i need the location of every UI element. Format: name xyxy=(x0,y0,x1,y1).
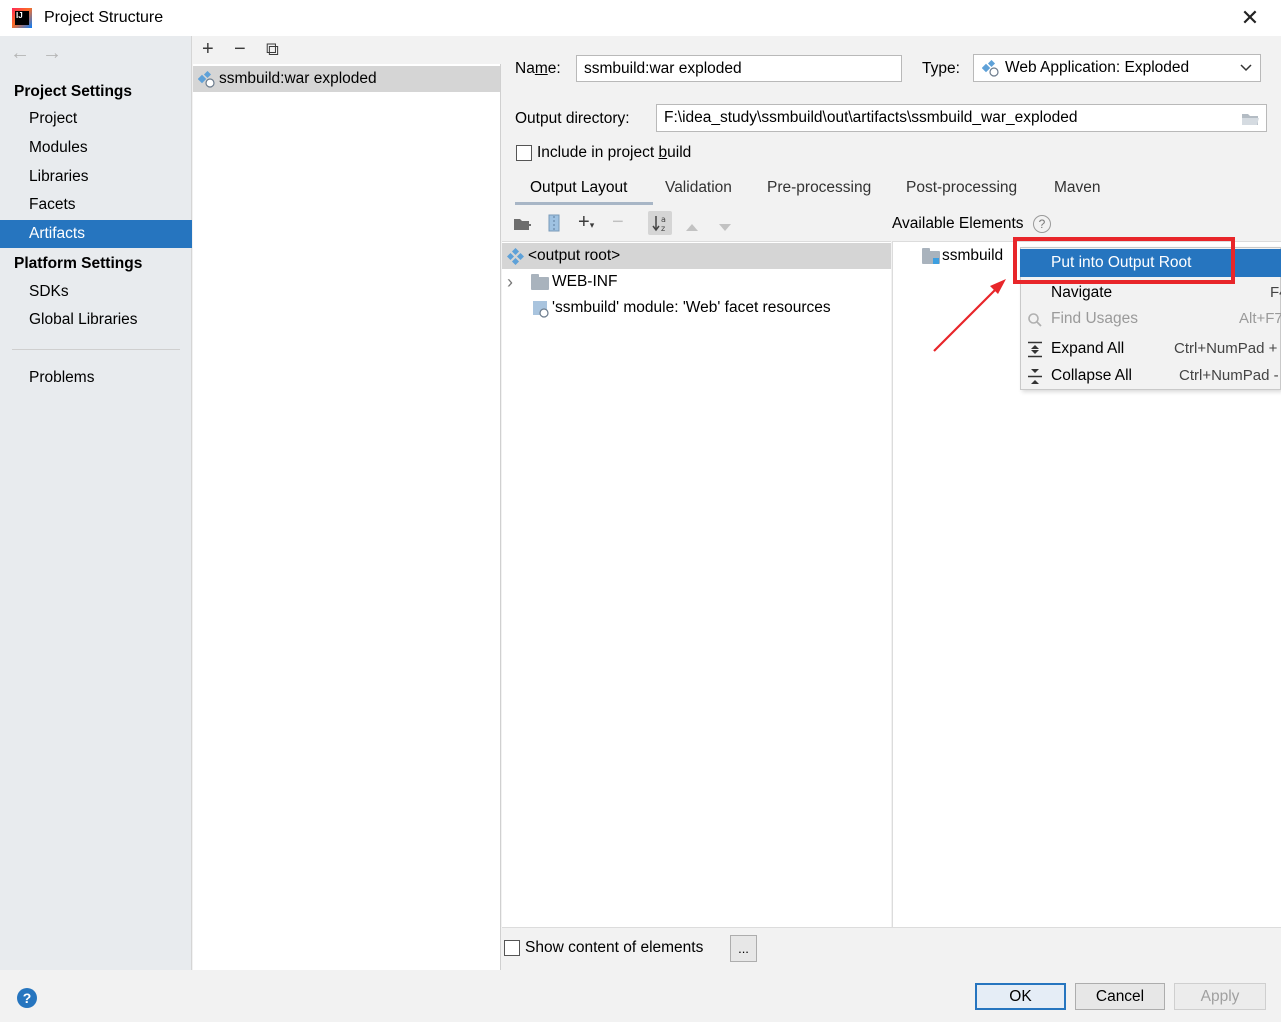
window-title: Project Structure xyxy=(44,9,164,26)
collapse-all-icon xyxy=(1028,369,1042,384)
menu-shortcut: Ctrl+NumPad + xyxy=(1174,340,1278,357)
menu-item-label: Navigate xyxy=(1051,284,1113,301)
add-copy-of-icon[interactable]: +▾ xyxy=(578,209,594,238)
chevron-down-icon xyxy=(1240,64,1252,72)
menu-shortcut: Alt+F7 xyxy=(1239,310,1281,327)
menu-item-label: Find Usages xyxy=(1051,310,1139,327)
platform-settings-header: Platform Settings xyxy=(14,255,143,272)
search-icon xyxy=(1028,313,1042,327)
web-artifact-icon xyxy=(198,71,215,88)
nav-item-problems[interactable]: Problems xyxy=(0,364,192,392)
nav-item-libraries[interactable]: Libraries xyxy=(0,163,192,191)
show-content-label: Show content of elements xyxy=(525,939,704,956)
add-icon[interactable]: + xyxy=(202,36,214,62)
nav-item-artifacts[interactable]: Artifacts xyxy=(0,220,192,248)
ok-button[interactable]: OK xyxy=(975,983,1066,1010)
close-icon[interactable]: ✕ xyxy=(1234,4,1266,32)
move-down-icon[interactable] xyxy=(718,219,732,237)
menu-shortcut: Ctrl+NumPad - xyxy=(1179,367,1279,384)
artifact-list-item-label: ssmbuild:war exploded xyxy=(219,70,377,87)
show-content-checkbox[interactable] xyxy=(504,940,520,956)
browse-folder-icon[interactable] xyxy=(1241,111,1259,126)
tab-maven[interactable]: Maven xyxy=(1054,179,1101,205)
module-marker-icon xyxy=(933,258,939,264)
artifact-list-panel xyxy=(193,36,501,970)
apply-button[interactable]: Apply xyxy=(1174,983,1266,1010)
expand-chevron-icon[interactable]: › xyxy=(507,269,513,295)
name-label: Name: xyxy=(515,60,561,77)
back-arrow-icon[interactable]: ← xyxy=(10,42,30,65)
type-label: Type: xyxy=(922,60,960,77)
web-inf-label: WEB-INF xyxy=(552,273,618,290)
type-dropdown-value: Web Application: Exploded xyxy=(1005,59,1190,76)
facet-resources-label: 'ssmbuild' module: 'Web' facet resources xyxy=(552,299,831,316)
tab-post-processing[interactable]: Post-processing xyxy=(906,179,1017,205)
available-elements-header: Available Elements xyxy=(892,215,1024,232)
output-root-label: <output root> xyxy=(528,247,621,264)
tab-validation[interactable]: Validation xyxy=(665,179,732,205)
annotation-highlight-box xyxy=(1013,237,1235,284)
web-application-icon xyxy=(982,60,999,77)
remove-icon[interactable]: − xyxy=(234,36,246,62)
web-facet-resources-icon xyxy=(533,301,549,318)
help-icon[interactable]: ? xyxy=(1033,215,1051,233)
nav-item-global-libraries[interactable]: Global Libraries xyxy=(0,306,192,334)
cancel-button[interactable]: Cancel xyxy=(1075,983,1165,1010)
svg-text:a: a xyxy=(661,215,666,224)
menu-item-expand-all[interactable]: Expand All Ctrl+NumPad + xyxy=(1020,335,1281,363)
intellij-logo-icon: IJ xyxy=(12,8,32,28)
new-directory-icon[interactable] xyxy=(513,216,531,237)
nav-divider xyxy=(12,349,180,350)
svg-text:z: z xyxy=(661,224,665,233)
expand-all-icon xyxy=(1028,341,1042,358)
menu-item-label: Collapse All xyxy=(1051,367,1132,384)
annotation-arrow-icon xyxy=(933,279,1006,352)
forward-arrow-icon[interactable]: → xyxy=(42,42,62,65)
tree-row-facet-resources[interactable]: 'ssmbuild' module: 'Web' facet resources xyxy=(502,295,891,321)
tree-row-output-root[interactable]: <output root> xyxy=(502,243,891,269)
folder-icon xyxy=(531,274,549,290)
remove-element-icon[interactable]: − xyxy=(612,209,624,235)
nav-item-modules[interactable]: Modules xyxy=(0,134,192,162)
tree-row-web-inf[interactable]: › WEB-INF xyxy=(502,269,891,295)
move-up-icon[interactable] xyxy=(685,219,699,237)
title-bar xyxy=(0,0,1281,36)
sort-elements-icon[interactable]: az xyxy=(648,211,672,235)
include-in-build-checkbox[interactable] xyxy=(516,145,532,161)
project-settings-header: Project Settings xyxy=(14,83,132,100)
output-directory-label: Output directory: xyxy=(515,110,630,127)
available-item-label: ssmbuild xyxy=(942,247,1004,264)
menu-item-find-usages[interactable]: Find Usages Alt+F7 xyxy=(1020,305,1281,333)
menu-item-collapse-all[interactable]: Collapse All Ctrl+NumPad - xyxy=(1020,362,1281,390)
output-directory-field[interactable]: F:\idea_study\ssmbuild\out\artifacts\ssm… xyxy=(656,104,1267,132)
menu-item-label: Expand All xyxy=(1051,340,1125,357)
nav-item-facets[interactable]: Facets xyxy=(0,191,192,219)
type-dropdown[interactable]: Web Application: Exploded xyxy=(973,54,1261,82)
nav-item-sdks[interactable]: SDKs xyxy=(0,278,192,306)
output-layout-tree: <output root> › WEB-INF 'ssmbuild' modul… xyxy=(502,241,891,927)
artifact-list-item[interactable]: ssmbuild:war exploded xyxy=(193,66,500,92)
copy-icon[interactable]: ⧉ xyxy=(266,36,279,62)
output-root-icon xyxy=(507,248,524,265)
tab-pre-processing[interactable]: Pre-processing xyxy=(767,179,871,205)
menu-shortcut: F4 xyxy=(1270,284,1281,301)
nav-item-project[interactable]: Project xyxy=(0,105,192,133)
name-field[interactable]: ssmbuild:war exploded xyxy=(576,55,902,82)
show-content-options-button[interactable]: ... xyxy=(730,935,757,962)
help-button[interactable]: ? xyxy=(17,988,37,1008)
active-tab-indicator xyxy=(515,202,653,205)
create-archive-icon[interactable] xyxy=(547,214,561,237)
include-in-build-label: Include in project build xyxy=(537,144,692,161)
